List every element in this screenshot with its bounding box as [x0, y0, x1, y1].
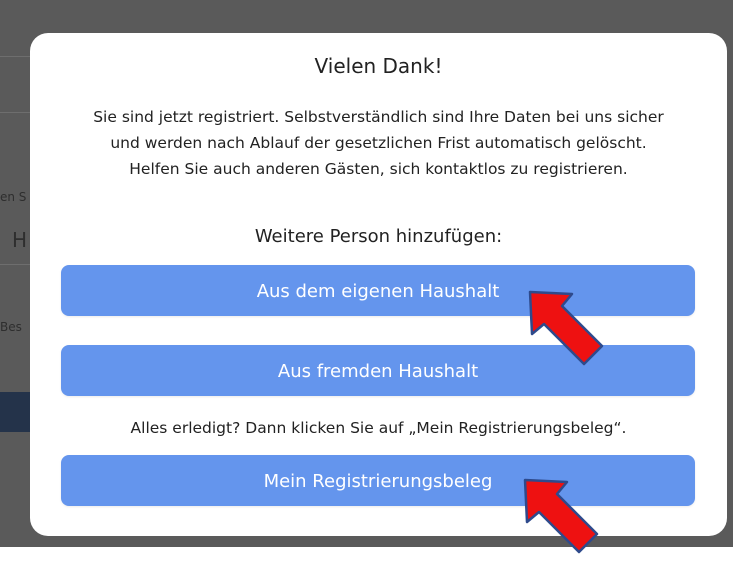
message-line: Helfen Sie auch anderen Gästen, sich kon…: [129, 160, 628, 178]
dialog-message: Sie sind jetzt registriert. Selbstverstä…: [44, 104, 713, 182]
add-person-heading: Weitere Person hinzufügen:: [254, 226, 503, 247]
background-divider: [0, 112, 30, 113]
red-arrow-icon: [528, 290, 604, 366]
message-line: Sie sind jetzt registriert. Selbstverstä…: [93, 108, 664, 126]
dialog-title: Vielen Dank!: [314, 54, 443, 78]
message-line: und werden nach Ablauf der gesetzlichen …: [110, 134, 647, 152]
background-label: en S: [0, 190, 27, 204]
red-arrow-icon: [523, 478, 599, 554]
background-label: Bes: [0, 320, 22, 334]
done-hint: Alles erledigt? Dann klicken Sie auf „Me…: [130, 419, 627, 437]
background-divider: [0, 264, 30, 265]
